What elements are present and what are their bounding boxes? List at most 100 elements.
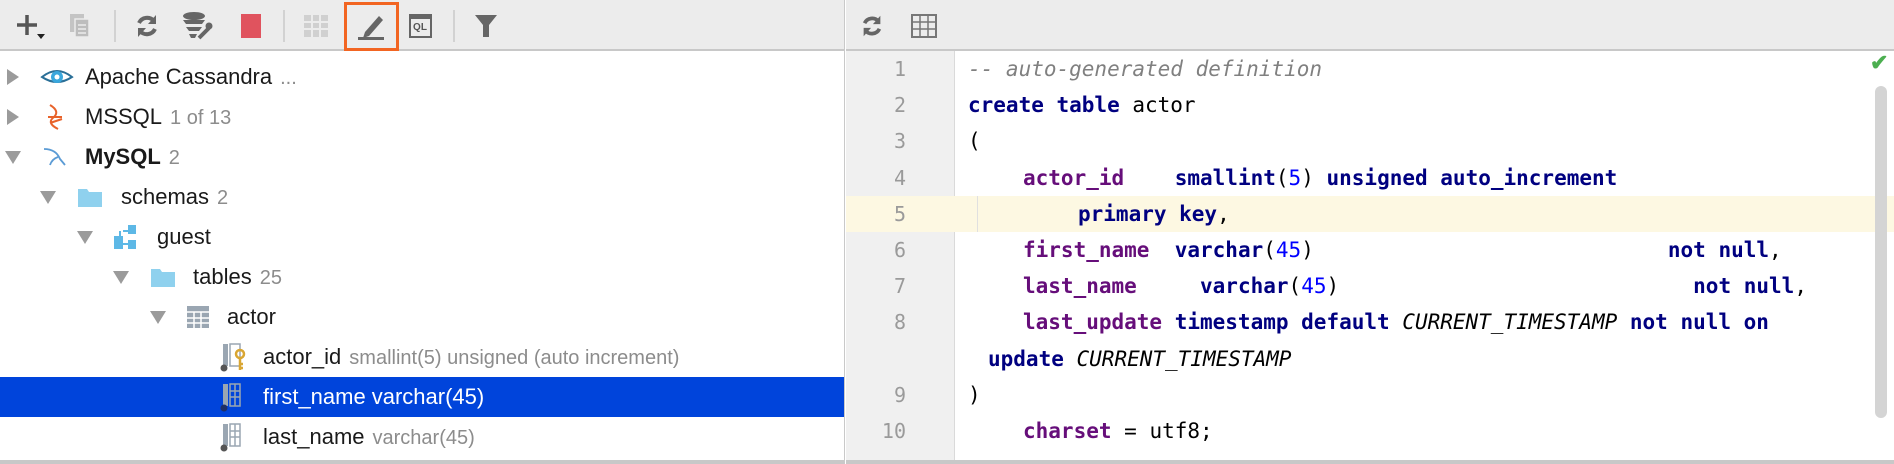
folder-icon [77, 184, 103, 210]
collapse-arrow-icon[interactable] [5, 150, 21, 164]
schema-icon [113, 224, 139, 250]
tree-item-label: Apache Cassandra [85, 64, 273, 89]
tree-item-label: actor [227, 304, 276, 329]
tree-item-last-name[interactable]: last_name varchar(45) [0, 417, 844, 457]
edit-source-button[interactable] [353, 8, 389, 44]
code-line: first_name varchar(45) not null, [1023, 237, 1782, 262]
tree-item-guest[interactable]: guest [0, 217, 844, 257]
tree-item-schemas[interactable]: schemas 2 [0, 177, 844, 217]
tree-item-label: tables [193, 264, 252, 289]
line-number: 2 [893, 93, 906, 118]
tree-item-apache-cassandra[interactable]: Apache Cassandra... [0, 57, 844, 97]
code-editor[interactable]: 1 -- auto-generated definition 2 create ta… [846, 51, 1894, 449]
toolbar-separator [283, 10, 285, 42]
filter-icon [475, 15, 497, 37]
code-line-wrapped: update CURRENT_TIMESTAMP [988, 346, 1292, 371]
collapse-arrow-icon[interactable] [113, 270, 129, 284]
tree-item-label: first_name [263, 384, 366, 409]
code-line: actor_id smallint(5) unsigned auto_incre… [1023, 165, 1618, 190]
console-button[interactable]: QL [402, 8, 438, 44]
tree-item-actor-id[interactable]: actor_id smallint(5) unsigned (auto incre… [0, 337, 844, 377]
expand-arrow-icon[interactable] [7, 109, 19, 125]
add-button[interactable] [13, 8, 49, 44]
code-line: -- auto-generated definition [968, 57, 1323, 81]
tree-item-mssql[interactable]: MSSQL 1 of 13 [0, 97, 844, 137]
editor-toolbar [846, 0, 1894, 51]
mssql-icon [42, 104, 68, 130]
column-icon [220, 423, 246, 452]
toolbar-separator [453, 10, 455, 42]
tree-item-extra: smallint(5) unsigned (auto increment) [349, 347, 680, 369]
data-source-properties-button[interactable] [179, 8, 215, 44]
tree-item-mysql[interactable]: MySQL 2 [0, 137, 844, 177]
code-line: primary key, [1078, 201, 1230, 226]
database-explorer-panel: QL Apache Cassandra... MSSQL 1 of 13 MySQ… [0, 0, 845, 464]
table-icon [185, 304, 211, 330]
cassandra-eye-icon [40, 64, 74, 90]
tree-item-label: schemas [121, 184, 210, 209]
line-number: 1 [893, 57, 906, 81]
line-number: 3 [893, 129, 906, 154]
database-tree: Apache Cassandra... MSSQL 1 of 13 MySQL 2 … [0, 57, 844, 457]
tree-item-extra: varchar(45) [371, 384, 485, 409]
tree-item-extra: 25 [259, 267, 282, 289]
refresh-button[interactable] [129, 8, 165, 44]
editor-refresh-button[interactable] [854, 8, 890, 44]
stop-icon [241, 14, 261, 38]
line-number: 8 [893, 310, 906, 335]
collapse-arrow-icon[interactable] [77, 230, 93, 244]
ddl-editor-panel: 1 -- auto-generated definition 2 create ta… [846, 0, 1894, 464]
tree-item-first-name[interactable]: first_name varchar(45) [0, 377, 844, 417]
inspection-ok-checkmark-icon[interactable]: ✔ [1870, 50, 1888, 76]
panel-bottom-border [0, 460, 844, 464]
line-number: 6 [893, 237, 906, 262]
table-icon [304, 15, 328, 37]
line-number: 10 [881, 418, 906, 443]
stop-button[interactable] [233, 8, 269, 44]
panel-bottom-border [846, 460, 1894, 464]
refresh-icon [137, 15, 157, 37]
table-icon [911, 14, 937, 38]
code-line: last_name varchar(45) not null, [1023, 274, 1807, 299]
tree-item-label: actor_id [263, 344, 342, 369]
collapse-arrow-icon[interactable] [150, 310, 166, 324]
tree-item-label: MSSQL [85, 104, 163, 129]
code-line: ( [968, 129, 981, 154]
code-line: charset = utf8; [1023, 418, 1213, 443]
database-wrench-icon [183, 12, 213, 40]
folder-icon [150, 264, 176, 290]
toolbar-separator [114, 10, 116, 42]
collapse-arrow-icon[interactable] [40, 190, 56, 204]
table-view-button[interactable] [298, 8, 334, 44]
primary-key-column-icon [220, 343, 246, 372]
editor-table-view-button[interactable] [906, 8, 942, 44]
filter-button[interactable] [468, 8, 504, 44]
tree-item-actor[interactable]: actor [0, 297, 844, 337]
duplicate-button[interactable] [62, 8, 98, 44]
refresh-icon [862, 15, 882, 37]
line-number: 5 [893, 201, 906, 226]
tree-item-label: guest [157, 224, 211, 249]
code-line: last_update timestamp default CURRENT_TI… [1023, 310, 1769, 335]
vertical-scrollbar[interactable] [1875, 86, 1887, 418]
plus-icon [17, 15, 45, 39]
tree-item-tables[interactable]: tables 25 [0, 257, 844, 297]
mysql-dolphin-icon [42, 144, 68, 170]
pencil-icon [358, 16, 384, 40]
current-line: 5 primary key, [846, 195, 1894, 232]
line-number: 7 [893, 274, 906, 299]
tree-item-extra: 2 [168, 147, 180, 169]
tree-item-label: MySQL [85, 144, 161, 169]
code-line: ) [968, 382, 981, 407]
column-icon [220, 383, 246, 412]
tree-item-extra: varchar(45) [372, 427, 475, 449]
tree-item-label: last_name [263, 424, 365, 449]
code-line: create table actor [968, 93, 1196, 118]
ql-console-icon: QL [408, 14, 432, 38]
tree-item-extra: 2 [217, 187, 229, 209]
copy-icon [70, 14, 90, 38]
tree-item-extra: 1 of 13 [170, 107, 232, 129]
explorer-toolbar: QL [0, 0, 844, 51]
line-number: 9 [893, 382, 906, 407]
expand-arrow-icon[interactable] [7, 69, 19, 85]
